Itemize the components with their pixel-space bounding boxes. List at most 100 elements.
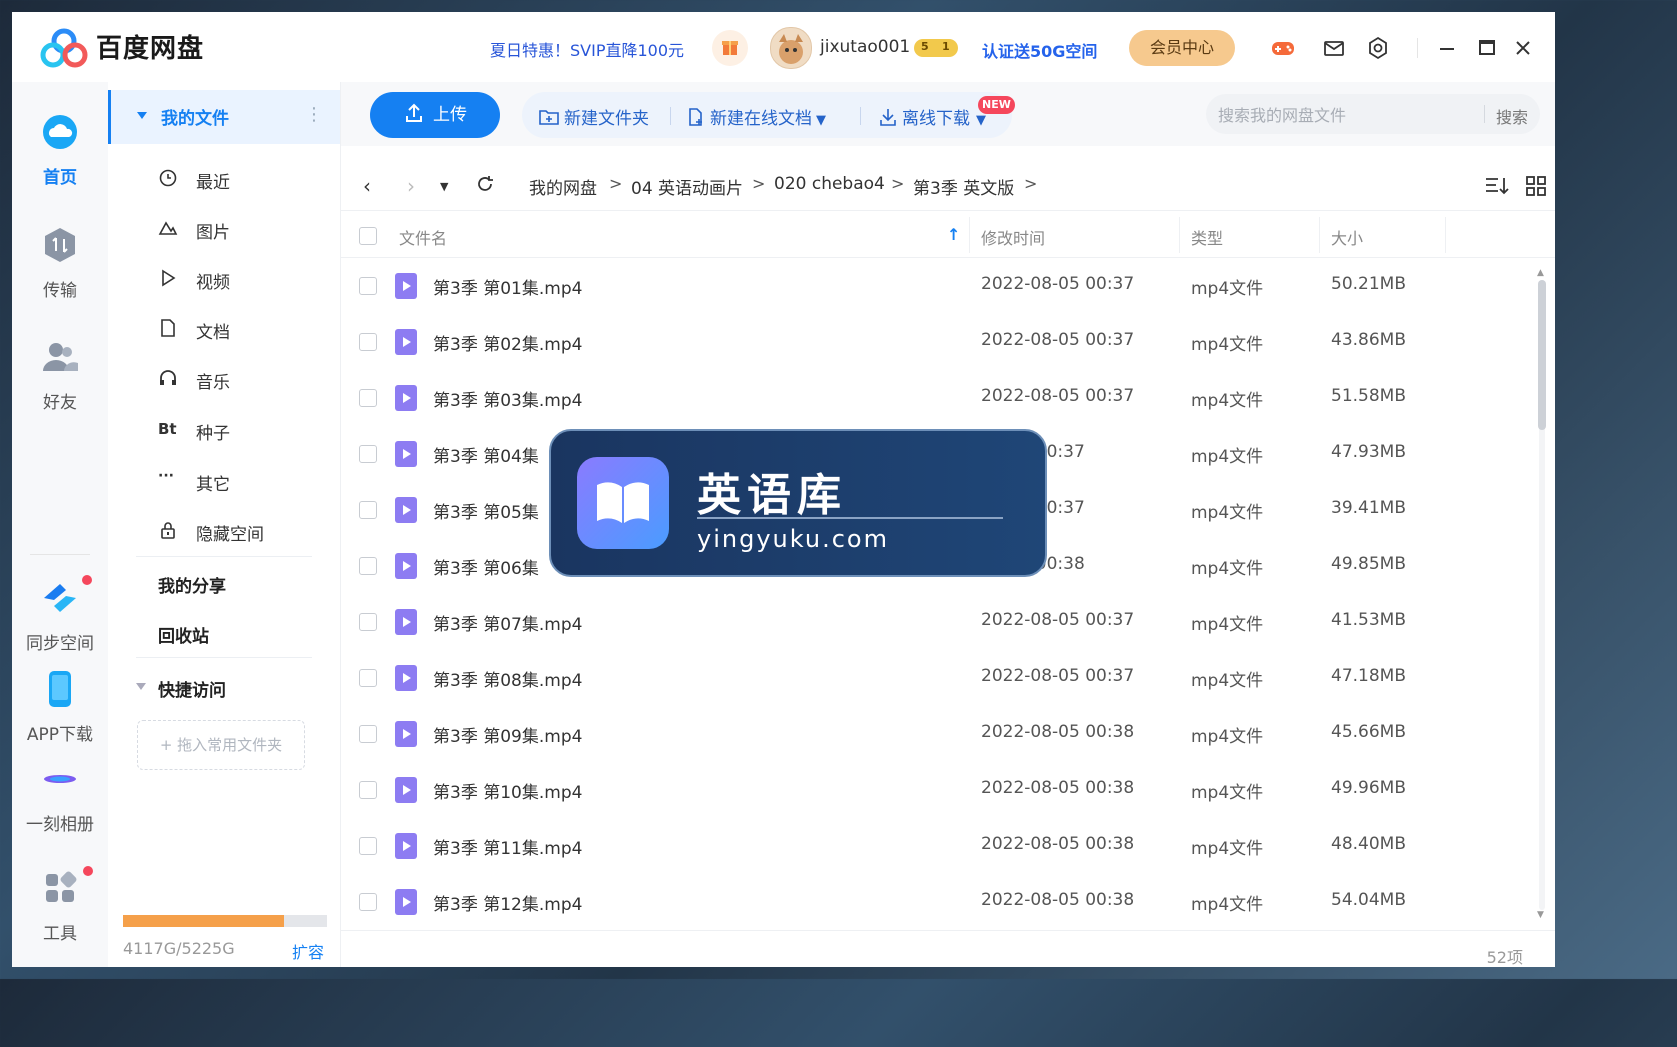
sidebar-item-torrents[interactable]: Bt 种子 xyxy=(158,411,328,451)
sidebar-my-files[interactable]: 我的文件 ⋮ xyxy=(108,90,340,144)
file-name[interactable]: 第3季 第02集.mp4 xyxy=(433,330,582,355)
nav-friends[interactable]: 好友 xyxy=(12,337,108,413)
column-header-name[interactable]: 文件名 xyxy=(399,225,447,249)
offline-download-button[interactable]: 离线下载 ▼ xyxy=(878,104,986,129)
file-name[interactable]: 第3季 第12集.mp4 xyxy=(433,890,582,915)
scroll-up-icon[interactable]: ▲ xyxy=(1537,268,1544,278)
expand-storage-link[interactable]: 扩容 xyxy=(292,939,324,963)
back-icon[interactable]: ‹ xyxy=(363,174,371,198)
table-row[interactable]: 第3季 第12集.mp4 2022-08-05 00:38 mp4文件 54.04MB xyxy=(341,874,1531,930)
dropdown-caret-icon[interactable]: ▼ xyxy=(976,113,986,128)
file-name[interactable]: 第3季 第04集 xyxy=(433,442,539,467)
row-checkbox[interactable] xyxy=(359,893,377,911)
file-name[interactable]: 第3季 第05集 xyxy=(433,498,539,523)
table-row[interactable]: 第3季 第02集.mp4 2022-08-05 00:37 mp4文件 43.86MB xyxy=(341,314,1531,370)
sidebar-item-images[interactable]: 图片 xyxy=(158,210,328,250)
member-center-button[interactable]: 会员中心 xyxy=(1129,30,1235,66)
refresh-icon[interactable] xyxy=(475,174,495,194)
row-checkbox[interactable] xyxy=(359,781,377,799)
quick-access-triangle-icon[interactable] xyxy=(136,683,146,690)
nav-photo-album[interactable]: 一刻相册 xyxy=(12,759,108,835)
file-size: 41.53MB xyxy=(1331,610,1406,630)
certify-link[interactable]: 认证送50G空间 xyxy=(982,38,1097,62)
select-all-checkbox[interactable] xyxy=(359,227,377,245)
drop-folder-zone[interactable]: + 拖入常用文件夹 xyxy=(137,720,305,770)
file-name[interactable]: 第3季 第01集.mp4 xyxy=(433,274,582,299)
scrollbar[interactable]: ▲ ▼ xyxy=(1537,268,1547,923)
gamepad-icon[interactable] xyxy=(1269,34,1297,62)
table-row[interactable]: 第3季 第11集.mp4 2022-08-05 00:38 mp4文件 48.40MB xyxy=(341,818,1531,874)
table-row[interactable]: 第3季 第07集.mp4 2022-08-05 00:37 mp4文件 41.53MB xyxy=(341,594,1531,650)
table-row[interactable]: 第3季 第03集.mp4 2022-08-05 00:37 mp4文件 51.58MB xyxy=(341,370,1531,426)
row-checkbox[interactable] xyxy=(359,613,377,631)
nav-home[interactable]: 首页 xyxy=(12,112,108,188)
scroll-down-icon[interactable]: ▼ xyxy=(1537,910,1544,920)
row-checkbox[interactable] xyxy=(359,445,377,463)
nav-app-download[interactable]: APP下载 xyxy=(12,669,108,745)
mail-icon[interactable] xyxy=(1320,34,1348,62)
promo-link[interactable]: 夏日特惠！SVIP直降100元 xyxy=(490,37,684,61)
row-checkbox[interactable] xyxy=(359,277,377,295)
nav-tools[interactable]: 工具 xyxy=(12,868,108,944)
scroll-thumb[interactable] xyxy=(1538,280,1546,430)
minimize-icon[interactable] xyxy=(1433,34,1461,62)
file-name[interactable]: 第3季 第07集.mp4 xyxy=(433,610,582,635)
sidebar-item-videos[interactable]: 视频 xyxy=(158,260,328,300)
column-header-size[interactable]: 大小 xyxy=(1331,225,1363,249)
history-dropdown-icon[interactable]: ▼ xyxy=(440,180,448,193)
sidebar-item-other[interactable]: ··· 其它 xyxy=(158,462,328,502)
new-doc-icon xyxy=(689,108,702,126)
row-checkbox[interactable] xyxy=(359,669,377,687)
collapse-triangle-icon[interactable] xyxy=(137,112,147,119)
table-row[interactable]: 第3季 第10集.mp4 2022-08-05 00:38 mp4文件 49.96MB xyxy=(341,762,1531,818)
breadcrumb-item[interactable]: 04 英语动画片 xyxy=(631,174,743,199)
table-row[interactable]: 第3季 第08集.mp4 2022-08-05 00:37 mp4文件 47.18MB xyxy=(341,650,1531,706)
nav-transfer[interactable]: 传输 xyxy=(12,225,108,301)
row-checkbox[interactable] xyxy=(359,725,377,743)
sidebar-item-recycle-bin[interactable]: 回收站 xyxy=(158,622,209,647)
sort-icon[interactable] xyxy=(1484,175,1510,197)
file-name[interactable]: 第3季 第10集.mp4 xyxy=(433,778,582,803)
sidebar-item-recent[interactable]: 最近 xyxy=(158,160,328,200)
more-vertical-icon[interactable]: ⋮ xyxy=(305,104,323,125)
file-name[interactable]: 第3季 第03集.mp4 xyxy=(433,386,582,411)
row-checkbox[interactable] xyxy=(359,501,377,519)
sidebar-item-hidden-space[interactable]: 隐藏空间 xyxy=(158,512,328,552)
sidebar-item-documents[interactable]: 文档 xyxy=(158,310,328,350)
row-checkbox[interactable] xyxy=(359,333,377,351)
maximize-icon[interactable] xyxy=(1473,34,1501,62)
settings-gear-icon[interactable] xyxy=(1364,34,1392,62)
forward-icon[interactable]: › xyxy=(407,174,415,198)
breadcrumb-item[interactable]: 我的网盘 xyxy=(529,174,597,199)
avatar[interactable] xyxy=(770,27,812,69)
column-header-type[interactable]: 类型 xyxy=(1191,225,1223,249)
sort-ascending-icon[interactable]: ↑ xyxy=(947,225,960,244)
file-name[interactable]: 第3季 第06集 xyxy=(433,554,539,579)
breadcrumb-item[interactable]: 020 chebao4 xyxy=(774,174,885,194)
file-name[interactable]: 第3季 第08集.mp4 xyxy=(433,666,582,691)
row-checkbox[interactable] xyxy=(359,837,377,855)
grid-view-icon[interactable] xyxy=(1525,175,1547,197)
upload-button[interactable]: 上传 xyxy=(370,92,500,138)
row-checkbox[interactable] xyxy=(359,557,377,575)
file-name[interactable]: 第3季 第11集.mp4 xyxy=(433,834,582,859)
breadcrumb-item[interactable]: 第3季 英文版 xyxy=(913,174,1014,199)
column-header-modified[interactable]: 修改时间 xyxy=(981,225,1045,249)
new-folder-button[interactable]: 新建文件夹 xyxy=(538,104,649,129)
table-row[interactable]: 第3季 第01集.mp4 2022-08-05 00:37 mp4文件 50.21MB xyxy=(341,258,1531,314)
row-checkbox[interactable] xyxy=(359,389,377,407)
sidebar-quick-access[interactable]: 快捷访问 xyxy=(158,676,226,701)
gift-icon[interactable] xyxy=(712,30,748,66)
sidebar-item-music[interactable]: 音乐 xyxy=(158,360,328,400)
file-name[interactable]: 第3季 第09集.mp4 xyxy=(433,722,582,747)
close-icon[interactable] xyxy=(1509,34,1537,62)
username[interactable]: jixutao001 xyxy=(820,37,910,57)
search-input[interactable] xyxy=(1216,94,1480,136)
dropdown-caret-icon[interactable]: ▼ xyxy=(816,113,826,128)
search-button[interactable]: 搜索 xyxy=(1496,104,1528,128)
table-row[interactable]: 第3季 第09集.mp4 2022-08-05 00:38 mp4文件 45.66MB xyxy=(341,706,1531,762)
sidebar-item-my-share[interactable]: 我的分享 xyxy=(158,572,226,597)
nav-sync-space[interactable]: 同步空间 xyxy=(12,578,108,654)
new-folder-label: 新建文件夹 xyxy=(564,109,649,129)
new-online-doc-button[interactable]: 新建在线文档 ▼ xyxy=(686,104,826,129)
